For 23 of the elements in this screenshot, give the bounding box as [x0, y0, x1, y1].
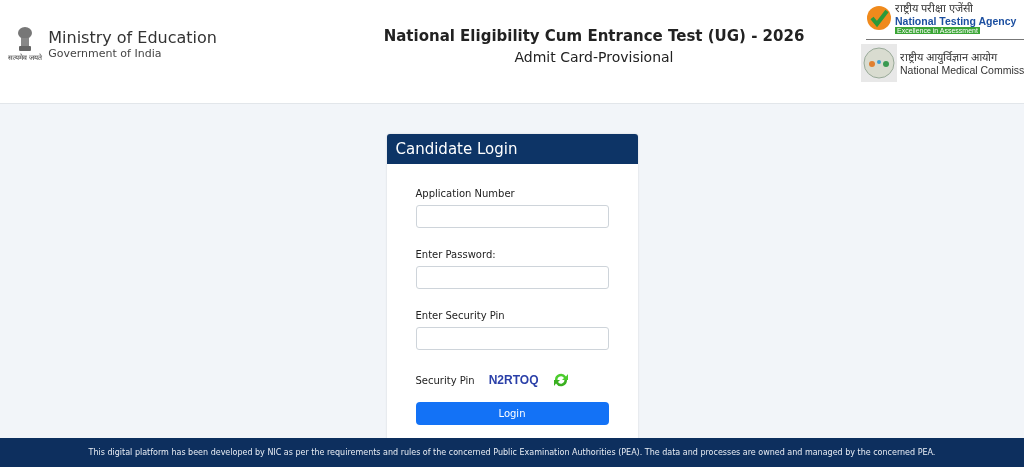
checkmark-logo-icon — [866, 5, 892, 31]
agency-hindi-name: राष्ट्रीय परीक्षा एजेंसी — [895, 2, 975, 15]
emblem-icon — [16, 26, 35, 52]
page-subtitle: Admit Card-Provisional — [514, 49, 674, 65]
input-field[interactable] — [415, 327, 609, 350]
input-field[interactable] — [415, 266, 609, 289]
ministry-subtitle: Government of India — [48, 46, 163, 60]
commission-name: National Medical Commiss — [900, 63, 1024, 76]
refresh-icon[interactable] — [552, 371, 571, 389]
card-title: Candidate Login — [386, 134, 638, 164]
ministry-title: Ministry of Education — [48, 28, 217, 47]
login-button[interactable]: Login — [415, 402, 609, 425]
captcha-code: N2RTOQ — [488, 373, 539, 387]
field-label: Enter Password: — [415, 249, 497, 260]
security-pin-label: Security Pin — [415, 374, 475, 386]
commission-emblem-icon — [861, 44, 897, 82]
footer-text: This digital platform has been developed by NIC as per the requirements and rules of the concerned Public Examination Authorities (PEA). The data and processes are owned and managed by the concerned PEA. — [0, 438, 1024, 467]
field-label: Enter Security Pin — [415, 310, 506, 321]
input-field[interactable] — [415, 205, 609, 228]
field-label: Application Number — [415, 188, 516, 199]
agency-name: National Testing Agency — [895, 15, 1017, 27]
commission-hindi-name: राष्ट्रीय आयुर्विज्ञान आयोग — [900, 50, 999, 64]
page-title: National Eligibility Cum Entrance Test (UG) - 2026 — [383, 27, 805, 45]
